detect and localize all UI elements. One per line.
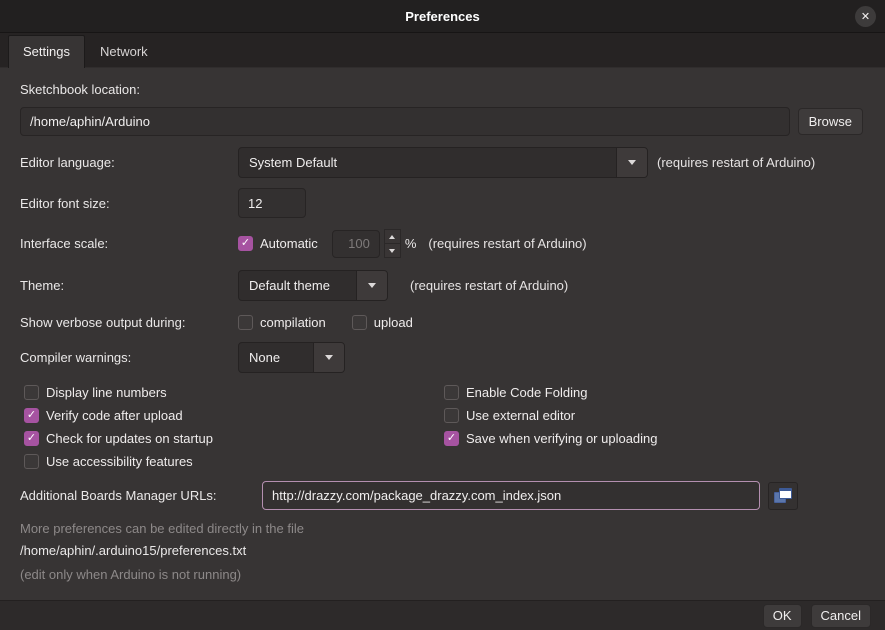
verbose-upload-checkbox[interactable] — [352, 315, 367, 330]
theme-value: Default theme — [239, 271, 356, 300]
check-updates-startup-label[interactable]: Check for updates on startup — [46, 431, 213, 446]
accessibility-features-checkbox[interactable] — [24, 454, 39, 469]
compiler-warnings-dropdown[interactable]: None — [238, 342, 345, 373]
theme-note: (requires restart of Arduino) — [410, 278, 568, 293]
save-when-verifying-option[interactable]: ✓ Save when verifying or uploading — [444, 427, 658, 450]
verify-code-after-upload-checkbox[interactable]: ✓ — [24, 408, 39, 423]
editor-language-dropdown[interactable]: System Default — [238, 147, 648, 178]
options-checkbox-grid: Display line numbers ✓ Verify code after… — [24, 381, 863, 473]
verbose-upload-option[interactable]: upload — [352, 315, 413, 330]
compiler-warnings-value: None — [239, 343, 313, 372]
editor-language-label: Editor language: — [20, 155, 238, 170]
titlebar[interactable]: Preferences ✕ — [0, 0, 885, 33]
chevron-down-icon[interactable] — [616, 148, 647, 177]
enable-code-folding-checkbox[interactable] — [444, 385, 459, 400]
verbose-compilation-checkbox[interactable] — [238, 315, 253, 330]
display-line-numbers-label[interactable]: Display line numbers — [46, 385, 167, 400]
interface-scale-label: Interface scale: — [20, 236, 238, 251]
tab-settings[interactable]: Settings — [8, 35, 85, 68]
editor-font-size-input[interactable] — [238, 188, 306, 218]
automatic-scale-option[interactable]: ✓ Automatic — [238, 236, 318, 251]
preferences-file-path: /home/aphin/.arduino15/preferences.txt — [20, 543, 863, 558]
check-updates-startup-option[interactable]: ✓ Check for updates on startup — [24, 427, 444, 450]
editor-language-note: (requires restart of Arduino) — [657, 155, 815, 170]
save-when-verifying-checkbox[interactable]: ✓ — [444, 431, 459, 446]
accessibility-features-option[interactable]: Use accessibility features — [24, 450, 444, 473]
save-when-verifying-label[interactable]: Save when verifying or uploading — [466, 431, 658, 446]
spin-up-icon — [389, 235, 395, 239]
chevron-down-icon[interactable] — [356, 271, 387, 300]
open-urls-editor-button[interactable] — [768, 482, 798, 510]
spin-down-icon — [389, 249, 395, 253]
use-external-editor-label[interactable]: Use external editor — [466, 408, 575, 423]
verbose-upload-label[interactable]: upload — [374, 315, 413, 330]
boards-manager-urls-input[interactable] — [262, 481, 760, 510]
automatic-scale-checkbox[interactable]: ✓ — [238, 236, 253, 251]
verbose-output-label: Show verbose output during: — [20, 315, 238, 330]
theme-dropdown[interactable]: Default theme — [238, 270, 388, 301]
close-button[interactable]: ✕ — [855, 6, 876, 27]
interface-scale-note: (requires restart of Arduino) — [428, 236, 586, 251]
interface-scale-unit: % — [405, 236, 417, 251]
sketchbook-location-input[interactable] — [20, 107, 790, 136]
preferences-window: Preferences ✕ Settings Network Sketchboo… — [0, 0, 885, 630]
verbose-compilation-option[interactable]: compilation — [238, 315, 326, 330]
sketchbook-location-label: Sketchbook location: — [20, 82, 140, 97]
verbose-compilation-label[interactable]: compilation — [260, 315, 326, 330]
chevron-down-icon[interactable] — [313, 343, 344, 372]
more-preferences-note: More preferences can be edited directly … — [20, 521, 863, 536]
new-window-icon — [774, 488, 792, 503]
use-external-editor-checkbox[interactable] — [444, 408, 459, 423]
spin-down-button[interactable] — [384, 243, 401, 258]
ok-button[interactable]: OK — [763, 604, 802, 628]
tab-bar: Settings Network — [0, 33, 885, 68]
verify-code-after-upload-option[interactable]: ✓ Verify code after upload — [24, 404, 444, 427]
edit-warning-note: (edit only when Arduino is not running) — [20, 567, 863, 582]
window-title: Preferences — [405, 9, 479, 24]
interface-scale-input — [332, 230, 380, 258]
enable-code-folding-option[interactable]: Enable Code Folding — [444, 381, 658, 404]
close-icon: ✕ — [861, 10, 870, 23]
settings-panel: Sketchbook location: Browse Editor langu… — [0, 68, 885, 600]
tab-network[interactable]: Network — [85, 35, 163, 68]
verify-code-after-upload-label[interactable]: Verify code after upload — [46, 408, 183, 423]
check-updates-startup-checkbox[interactable]: ✓ — [24, 431, 39, 446]
display-line-numbers-option[interactable]: Display line numbers — [24, 381, 444, 404]
accessibility-features-label[interactable]: Use accessibility features — [46, 454, 193, 469]
theme-label: Theme: — [20, 278, 238, 293]
spin-up-button[interactable] — [384, 229, 401, 244]
use-external-editor-option[interactable]: Use external editor — [444, 404, 658, 427]
editor-language-value: System Default — [239, 148, 616, 177]
browse-button[interactable]: Browse — [798, 108, 863, 135]
bottom-bar: OK Cancel — [0, 600, 885, 630]
display-line-numbers-checkbox[interactable] — [24, 385, 39, 400]
automatic-scale-label[interactable]: Automatic — [260, 236, 318, 251]
compiler-warnings-label: Compiler warnings: — [20, 350, 238, 365]
boards-manager-urls-label: Additional Boards Manager URLs: — [20, 488, 262, 503]
editor-font-size-label: Editor font size: — [20, 196, 238, 211]
interface-scale-stepper[interactable] — [384, 229, 401, 258]
enable-code-folding-label[interactable]: Enable Code Folding — [466, 385, 587, 400]
cancel-button[interactable]: Cancel — [811, 604, 871, 628]
